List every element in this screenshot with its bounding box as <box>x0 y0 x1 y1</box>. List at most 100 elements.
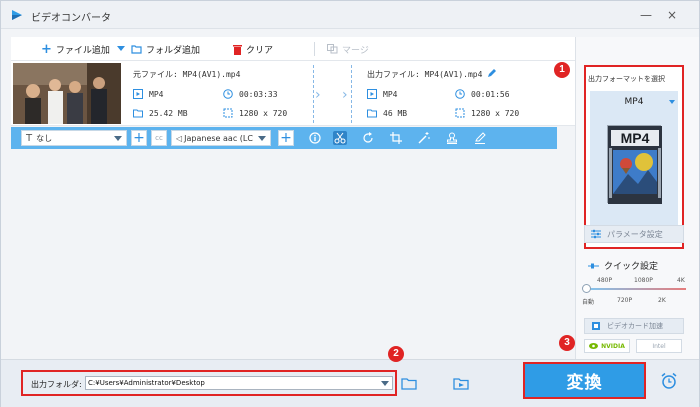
crop-icon[interactable] <box>389 131 403 145</box>
video-thumbnail[interactable] <box>13 63 121 124</box>
sliders-icon <box>591 229 601 239</box>
add-file-button[interactable]: + ファイル追加 <box>41 42 110 56</box>
plus-icon: + <box>41 41 52 57</box>
source-duration: 00:03:33 <box>223 89 278 99</box>
quality-tick-label: 720P <box>617 297 633 304</box>
source-format: MP4 <box>133 89 163 99</box>
toolbar: + ファイル追加 フォルダ追加 クリア マージ <box>11 37 575 61</box>
trash-icon <box>233 44 242 55</box>
step-marker-1: 1 <box>554 62 570 78</box>
close-button[interactable]: × <box>663 6 681 24</box>
edit-pencil-icon[interactable] <box>487 68 497 78</box>
video-format-icon <box>133 89 143 99</box>
nvidia-toggle[interactable]: NVIDIA <box>584 339 630 353</box>
quality-slider-handle[interactable] <box>582 284 591 293</box>
quick-settings-label: クイック設定 <box>604 262 659 272</box>
divider-dashed <box>351 65 352 123</box>
divider-dashed <box>313 65 314 123</box>
open-output-folder-icon[interactable] <box>453 376 469 390</box>
chevron-down-icon <box>117 46 125 51</box>
add-audio-button[interactable]: + <box>278 130 294 146</box>
quality-tick-label: 480P <box>597 277 613 284</box>
info-icon[interactable] <box>308 131 322 145</box>
chevron-down-icon <box>381 381 389 386</box>
clock-icon <box>223 89 233 99</box>
file-list-item[interactable]: 元ファイル: MP4(AV1).mp4 MP4 00:03:33 25.42 M… <box>11 61 575 126</box>
step-marker-2: 2 <box>388 346 404 362</box>
output-file-title: 出力ファイル: MP4(AV1).mp4 <box>367 70 483 79</box>
plus-icon: + <box>133 130 145 146</box>
quick-settings-icon <box>588 263 599 268</box>
add-subtitle-button[interactable]: + <box>131 130 147 146</box>
minimize-button[interactable]: — <box>637 6 655 24</box>
resolution-icon <box>223 108 233 118</box>
file-list-area[interactable] <box>11 149 575 359</box>
mp4-card-text: MP4 <box>621 130 650 146</box>
add-file-dropdown[interactable] <box>117 42 125 56</box>
app-title: ビデオコンバータ <box>31 13 111 24</box>
add-file-label: ファイル追加 <box>55 45 110 56</box>
output-folder-select[interactable]: C:¥Users¥Administrator¥Desktop <box>85 376 393 390</box>
output-folder-label: 出力フォルダ: <box>31 380 82 389</box>
quality-tick-label: 自動 <box>582 299 595 306</box>
thumbnail-image <box>13 63 121 124</box>
alarm-clock-icon[interactable] <box>660 372 678 390</box>
clear-button[interactable]: クリア <box>233 42 273 56</box>
chevron-down-icon <box>114 136 122 141</box>
folder-size-icon <box>133 109 143 118</box>
video-format-icon <box>367 89 377 99</box>
output-format-panel: 出力フォーマットを選択 MP4 MP4 パラメータ設定 クイック設定 480P … <box>575 37 699 359</box>
rotate-icon[interactable] <box>361 131 375 145</box>
source-file-title: 元ファイル: MP4(AV1).mp4 <box>133 70 241 79</box>
arrow-right-icon: › <box>342 87 348 103</box>
gpu-acceleration-label: ビデオカード加速 <box>607 322 663 330</box>
app-logo-icon <box>12 10 22 20</box>
browse-folder-icon[interactable] <box>401 376 417 390</box>
folder-size-icon <box>367 109 377 118</box>
add-folder-button[interactable]: フォルダ追加 <box>131 42 200 56</box>
audio-track-select[interactable]: ◁ Japanese aac (LC <box>171 130 271 146</box>
effects-wand-icon[interactable] <box>417 131 431 145</box>
output-resolution: 1280 x 720 <box>455 108 519 118</box>
output-duration: 00:01:56 <box>455 89 510 99</box>
quality-tick-label: 1080P <box>634 277 653 284</box>
source-resolution: 1280 x 720 <box>223 108 287 118</box>
merge-icon <box>327 44 338 54</box>
quality-slider-track[interactable] <box>586 288 686 290</box>
bottom-bar: 出力フォルダ: C:¥Users¥Administrator¥Desktop 変… <box>1 359 699 407</box>
plus-icon: + <box>280 130 292 146</box>
folder-icon <box>131 45 142 54</box>
subtitle-select[interactable]: T なし <box>21 130 127 146</box>
source-size: 25.42 MB <box>133 108 188 118</box>
watermark-stamp-icon[interactable] <box>445 131 459 145</box>
intel-toggle[interactable]: Intel <box>636 339 682 353</box>
add-folder-label: フォルダ追加 <box>146 45 201 56</box>
toolbar-divider <box>314 42 315 56</box>
parameter-settings-button[interactable]: パラメータ設定 <box>584 225 684 243</box>
output-format-label: 出力フォーマットを選択 <box>588 75 665 83</box>
quick-settings: クイック設定 <box>588 259 658 272</box>
mp4-format-icon: MP4 <box>607 125 662 204</box>
gpu-acceleration-row: ビデオカード加速 <box>584 318 684 334</box>
convert-button[interactable]: 変換 <box>523 362 646 399</box>
merge-button[interactable]: マージ <box>327 42 369 56</box>
nvidia-eye-icon <box>589 343 599 349</box>
cut-scissors-icon[interactable] <box>333 131 347 145</box>
text-t-icon: T <box>26 132 33 144</box>
parameter-settings-label: パラメータ設定 <box>607 229 663 239</box>
app-window: ビデオコンバータ — × + ファイル追加 フォルダ追加 クリア マージ 元ファ… <box>0 0 700 407</box>
closed-caption-button[interactable]: cc <box>151 130 167 146</box>
chevron-down-icon <box>258 136 266 141</box>
resolution-icon <box>455 108 465 118</box>
format-preview[interactable]: MP4 MP4 <box>590 91 678 241</box>
clock-icon <box>455 89 465 99</box>
edit-bar: T なし + cc ◁ Japanese aac (LC + <box>11 127 557 149</box>
step-marker-3: 3 <box>559 335 575 351</box>
output-folder-group: 出力フォルダ: C:¥Users¥Administrator¥Desktop <box>21 370 397 396</box>
subtitle-edit-icon[interactable] <box>473 131 487 145</box>
merge-label: マージ <box>342 45 369 56</box>
chevron-down-icon <box>669 100 675 104</box>
output-size: 46 MB <box>367 108 407 118</box>
output-format-selector[interactable]: 出力フォーマットを選択 MP4 MP4 <box>584 65 684 249</box>
clear-label: クリア <box>246 45 274 56</box>
